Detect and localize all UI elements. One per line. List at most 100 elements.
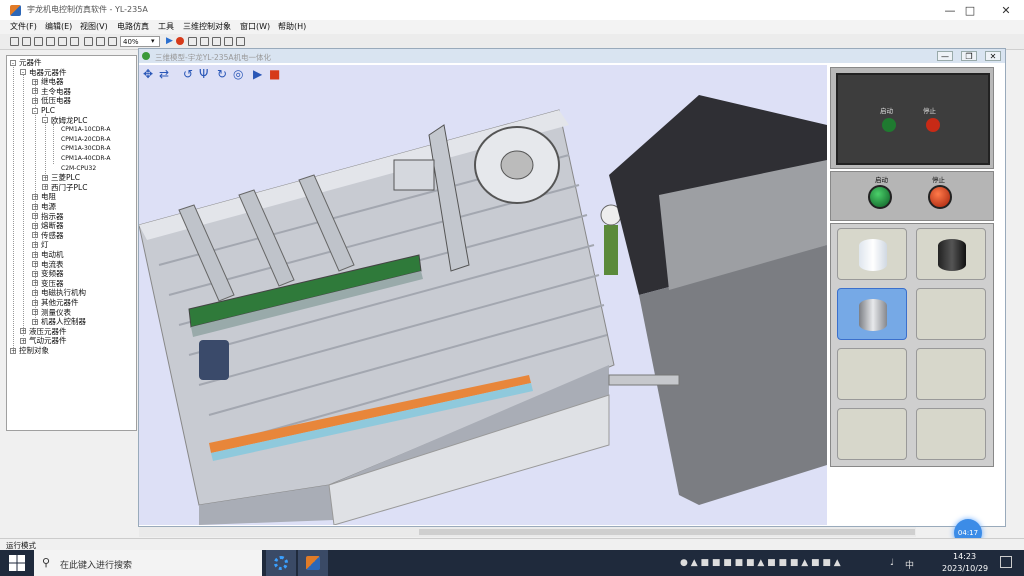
stop-sim-icon[interactable]: [176, 37, 184, 45]
tree-expander[interactable]: +: [20, 337, 26, 344]
tree-item[interactable]: 继电器: [41, 77, 64, 86]
tree-item[interactable]: PLC: [41, 106, 55, 115]
tree-expander[interactable]: -: [10, 59, 16, 66]
monitor-icon[interactable]: [200, 37, 209, 46]
menu-circuit-sim[interactable]: 电路仿真: [117, 21, 149, 32]
tree-item[interactable]: 低压电器: [41, 96, 71, 105]
volume-icon[interactable]: ♩: [890, 558, 894, 568]
child-restore-icon[interactable]: ❐: [961, 51, 977, 61]
tray-icons[interactable]: ● ▲ ■ ■ ■ ■ ■ ▲ ■ ■ ■ ▲ ■ ■ ▲: [680, 558, 841, 568]
tree-item[interactable]: 元器件: [19, 58, 42, 67]
tree-item[interactable]: 其他元器件: [41, 298, 79, 307]
pause-icon[interactable]: [188, 37, 197, 46]
tree-expander[interactable]: +: [32, 299, 38, 306]
tree-expander[interactable]: +: [32, 241, 38, 248]
tree-expander[interactable]: +: [32, 309, 38, 316]
tree-item[interactable]: 主令电器: [41, 87, 71, 96]
clock-date[interactable]: 2023/10/29: [942, 564, 988, 573]
tree-item[interactable]: 灯: [41, 240, 49, 249]
part-slot-empty[interactable]: [916, 348, 986, 400]
child-minimize-icon[interactable]: —: [937, 51, 953, 61]
chevron-down-icon[interactable]: ▾: [151, 37, 155, 45]
menu-file[interactable]: 文件(F): [10, 21, 37, 32]
tree-item[interactable]: 指示器: [41, 212, 64, 221]
tree-item[interactable]: 欧姆龙PLC: [51, 116, 87, 125]
tree-expander[interactable]: +: [32, 289, 38, 296]
select-icon[interactable]: [10, 37, 19, 46]
tree-item[interactable]: 测量仪表: [41, 308, 71, 317]
part-slot-black[interactable]: [916, 228, 986, 280]
redo-icon[interactable]: [70, 37, 79, 46]
tree-item[interactable]: CPM1A-20CDR-A: [61, 135, 110, 144]
ime-indicator[interactable]: 中: [905, 558, 914, 571]
tree-item[interactable]: 电器元器件: [29, 68, 67, 77]
child-close-icon[interactable]: ✕: [985, 51, 1001, 61]
tree-item[interactable]: CPM1A-30CDR-A: [61, 144, 110, 153]
tree-expander[interactable]: +: [10, 347, 16, 354]
tree-item[interactable]: 变频器: [41, 269, 64, 278]
grid-icon[interactable]: [108, 37, 117, 46]
tree-item[interactable]: 控制对象: [19, 346, 49, 355]
tree-item[interactable]: 机器人控制器: [41, 317, 86, 326]
tree-expander[interactable]: +: [32, 193, 38, 200]
tree-item[interactable]: 熔断器: [41, 221, 64, 230]
copy-icon[interactable]: [34, 37, 43, 46]
undo-icon[interactable]: [58, 37, 67, 46]
screen-stop-button[interactable]: [926, 118, 940, 132]
tree-item[interactable]: CPM1A-10CDR-A: [61, 125, 110, 134]
tree-expander[interactable]: -: [42, 117, 48, 124]
tree-expander[interactable]: +: [32, 222, 38, 229]
tree-item[interactable]: CPM1A-40CDR-A: [61, 154, 110, 163]
start-button[interactable]: [868, 185, 892, 209]
tree-expander[interactable]: -: [20, 69, 26, 76]
search-icon[interactable]: [236, 37, 245, 46]
rotate-icon[interactable]: [84, 37, 93, 46]
tree-expander[interactable]: +: [32, 213, 38, 220]
taskbar-search[interactable]: ⚲ 在此键入进行搜索: [34, 550, 262, 576]
tree-item[interactable]: 气动元器件: [29, 336, 67, 345]
menu-help[interactable]: 帮助(H): [278, 21, 306, 32]
zoom-fit-icon[interactable]: [96, 37, 105, 46]
tree-expander[interactable]: +: [32, 280, 38, 287]
part-slot-empty[interactable]: [916, 288, 986, 340]
tree-expander[interactable]: -: [32, 107, 38, 114]
tree-expander[interactable]: +: [32, 203, 38, 210]
menu-tools[interactable]: 工具: [158, 21, 174, 32]
tree-expander[interactable]: +: [32, 270, 38, 277]
menu-3d-control[interactable]: 三维控制对象: [183, 21, 231, 32]
part-slot-metal[interactable]: [837, 288, 907, 340]
windows-start-icon[interactable]: [8, 554, 26, 572]
taskbar-app-gear[interactable]: [266, 550, 296, 576]
tree-expander[interactable]: +: [42, 174, 48, 181]
part-slot-empty[interactable]: [837, 348, 907, 400]
tree-item[interactable]: 电动机: [41, 250, 64, 259]
tree-item[interactable]: 电阻: [41, 192, 56, 201]
tree-item[interactable]: 三菱PLC: [51, 173, 80, 182]
part-slot-empty[interactable]: [916, 408, 986, 460]
notification-icon[interactable]: [1000, 556, 1012, 568]
tree-item[interactable]: 传感器: [41, 231, 64, 240]
part-slot-empty[interactable]: [837, 408, 907, 460]
tree-item[interactable]: 电流表: [41, 260, 64, 269]
screen-start-button[interactable]: [882, 118, 896, 132]
tree-item[interactable]: C2M-CPU32: [61, 164, 96, 173]
menu-view[interactable]: 视图(V): [80, 21, 108, 32]
taskbar-app-simulator[interactable]: [298, 550, 328, 576]
tree-expander[interactable]: +: [32, 88, 38, 95]
clock-time[interactable]: 14:23: [953, 552, 976, 561]
part-slot-white[interactable]: [837, 228, 907, 280]
menu-window[interactable]: 窗口(W): [240, 21, 270, 32]
tree-expander[interactable]: +: [32, 97, 38, 104]
run-icon[interactable]: ▶: [166, 36, 173, 46]
plc-icon[interactable]: [212, 37, 221, 46]
tree-item[interactable]: 西门子PLC: [51, 183, 87, 192]
tool-icon[interactable]: [224, 37, 233, 46]
stop-button[interactable]: [928, 185, 952, 209]
tree-item[interactable]: 变压器: [41, 279, 64, 288]
3d-viewport[interactable]: ✥ ⇄ ↺ Ψ ↻ ◎ ▶ ■: [139, 65, 827, 525]
tree-expander[interactable]: +: [20, 328, 26, 335]
tree-expander[interactable]: +: [32, 261, 38, 268]
wire-icon[interactable]: [22, 37, 31, 46]
menu-edit[interactable]: 编辑(E): [45, 21, 72, 32]
close-icon[interactable]: ✕: [984, 0, 1024, 20]
